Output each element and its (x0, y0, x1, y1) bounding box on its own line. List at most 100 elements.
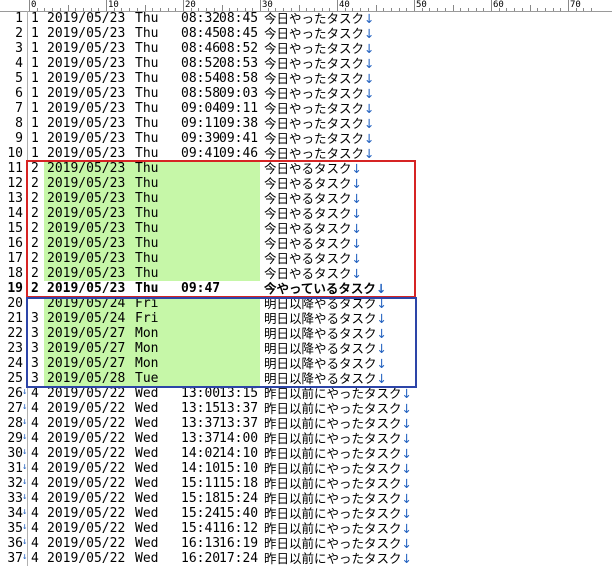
editor-line[interactable]: 8 1 2019/05/23 Thu 09:11 09:38 今日やったタスク↓ (0, 116, 612, 131)
newline-arrow-icon: ↓ (351, 251, 362, 266)
end-time-cell: 09:41 (219, 131, 259, 146)
editor-line[interactable]: 6 1 2019/05/23 Thu 08:58 09:03 今日やったタスク↓ (0, 86, 612, 101)
newline-arrow-icon: ↓ (401, 476, 412, 491)
editor-line[interactable]: 34 ↓ 4 2019/05/22 Wed 15:24 15:40 昨日以前にやったタスク↓ (0, 506, 612, 521)
line-number: 37 (7, 551, 23, 566)
date-cell: 2019/05/23 (47, 41, 126, 56)
editor-line[interactable]: 18 2 2019/05/23 Thu 今日やるタスク↓ (0, 266, 612, 281)
weekday-cell: Thu (135, 86, 159, 101)
date-cell: 2019/05/23 (47, 11, 126, 26)
task-text: 今やっているタスク↓ (264, 281, 386, 296)
newline-arrow-icon: ↓ (351, 191, 362, 206)
editor-line[interactable]: 22 3 2019/05/27 Mon 明日以降やるタスク↓ (0, 326, 612, 341)
task-label: 昨日以前にやったタスク (264, 431, 402, 446)
editor-line[interactable]: 36 ↓ 4 2019/05/22 Wed 16:13 16:19 昨日以前にやったタスク↓ (0, 536, 612, 551)
editor-line[interactable]: 30 ↓ 4 2019/05/22 Wed 14:02 14:10 昨日以前にやったタスク↓ (0, 446, 612, 461)
end-time-cell: 09:38 (219, 116, 259, 131)
weekday-cell: Fri (135, 296, 159, 311)
editor-line[interactable]: 33 ↓ 4 2019/05/22 Wed 15:18 15:24 昨日以前にやったタスク↓ (0, 491, 612, 506)
editor-line[interactable]: 17 2 2019/05/23 Thu 今日やるタスク↓ (0, 251, 612, 266)
editor-line[interactable]: 5 1 2019/05/23 Thu 08:54 08:58 今日やったタスク↓ (0, 71, 612, 86)
start-time-cell: 08:52 (181, 56, 221, 71)
group-number: 4 (31, 491, 39, 506)
end-time-cell: 09:03 (219, 86, 259, 101)
group-number: 4 (31, 431, 39, 446)
editor-line[interactable]: 3 1 2019/05/23 Thu 08:46 08:52 今日やったタスク↓ (0, 41, 612, 56)
ruler-label: 40 (339, 0, 350, 10)
end-time-cell: 08:53 (219, 56, 259, 71)
line-number: 27 (7, 401, 23, 416)
start-time-cell: 15:18 (181, 491, 221, 506)
ruler-label: 60 (493, 0, 504, 10)
editor-line[interactable]: 4 1 2019/05/23 Thu 08:52 08:53 今日やったタスク↓ (0, 56, 612, 71)
editor-line[interactable]: 12 2 2019/05/23 Thu 今日やるタスク↓ (0, 176, 612, 191)
editor-line[interactable]: 23 3 2019/05/27 Mon 明日以降やるタスク↓ (0, 341, 612, 356)
editor-line[interactable]: 9 1 2019/05/23 Thu 09:39 09:41 今日やったタスク↓ (0, 131, 612, 146)
line-number: 29 (7, 431, 23, 446)
editor-line[interactable]: 26 ↓ 4 2019/05/22 Wed 13:00 13:15 昨日以前にやったタスク↓ (0, 386, 612, 401)
start-time-cell: 13:37 (181, 416, 221, 431)
ruler-label: 30 (262, 0, 273, 10)
editor-line[interactable]: 31 ↓ 4 2019/05/22 Wed 14:10 15:10 昨日以前にやったタスク↓ (0, 461, 612, 476)
ruler-tick (414, 0, 415, 11)
line-number: 21 (7, 311, 23, 326)
newline-arrow-icon: ↓ (401, 416, 412, 431)
line-number: 30 (7, 446, 23, 461)
line-number: 10 (7, 146, 23, 161)
line-number: 36 (7, 536, 23, 551)
task-label: 今日やったタスク (264, 146, 365, 161)
editor-line[interactable]: 25 3 2019/05/28 Tue 明日以降やるタスク↓ (0, 371, 612, 386)
editor-line[interactable]: 19 2 2019/05/23 Thu 09:47 今やっているタスク↓ (0, 281, 612, 296)
newline-arrow-icon: ↓ (401, 536, 412, 551)
task-label: 今日やるタスク (264, 191, 352, 206)
editor-line[interactable]: 10 1 2019/05/23 Thu 09:41 09:46 今日やったタスク↓ (0, 146, 612, 161)
line-number: 4 (15, 56, 23, 71)
editor-line[interactable]: 13 2 2019/05/23 Thu 今日やるタスク↓ (0, 191, 612, 206)
editor-line[interactable]: 24 3 2019/05/27 Mon 明日以降やるタスク↓ (0, 356, 612, 371)
editor-line[interactable]: 16 2 2019/05/23 Thu 今日やるタスク↓ (0, 236, 612, 251)
editor-line[interactable]: 32 ↓ 4 2019/05/22 Wed 15:11 15:18 昨日以前にやったタスク↓ (0, 476, 612, 491)
weekday-cell: Thu (135, 116, 159, 131)
editor-line[interactable]: 27 ↓ 4 2019/05/22 Wed 13:15 13:37 昨日以前にやったタスク↓ (0, 401, 612, 416)
task-label: 今日やったタスク (264, 131, 365, 146)
weekday-cell: Thu (135, 176, 159, 191)
newline-marker-icon: ↓ (22, 432, 28, 442)
editor-line[interactable]: 14 2 2019/05/23 Thu 今日やるタスク↓ (0, 206, 612, 221)
group-number: 2 (31, 176, 39, 191)
end-time-cell: 15:40 (219, 506, 259, 521)
newline-marker-icon: ↓ (22, 492, 28, 502)
editor-line[interactable]: 37 ↓ 4 2019/05/22 Wed 16:20 17:24 昨日以前にやったタスク↓ (0, 551, 612, 566)
group-number: 2 (31, 281, 39, 296)
editor-line[interactable]: 20 2019/05/24 Fri 明日以降やるタスク↓ (0, 296, 612, 311)
editor-line[interactable]: 28 ↓ 4 2019/05/22 Wed 13:37 13:37 昨日以前にやったタスク↓ (0, 416, 612, 431)
newline-arrow-icon: ↓ (364, 26, 375, 41)
task-text: 今日やったタスク↓ (264, 26, 375, 41)
editor-line[interactable]: 2 1 2019/05/23 Thu 08:45 08:45 今日やったタスク↓ (0, 26, 612, 41)
ruler-label: 70 (570, 0, 581, 10)
newline-arrow-icon: ↓ (376, 371, 387, 386)
end-time-cell: 16:19 (219, 536, 259, 551)
date-cell: 2019/05/23 (47, 191, 126, 206)
group-number: 2 (31, 251, 39, 266)
line-number: 33 (7, 491, 23, 506)
editor-line[interactable]: 11 2 2019/05/23 Thu 今日やるタスク↓ (0, 161, 612, 176)
start-time-cell: 08:58 (181, 86, 221, 101)
start-time-cell: 08:32 (181, 11, 221, 26)
editor-line[interactable]: 1 1 2019/05/23 Thu 08:32 08:45 今日やったタスク↓ (0, 11, 612, 26)
newline-arrow-icon: ↓ (351, 221, 362, 236)
task-text: 今日やるタスク↓ (264, 266, 362, 281)
newline-arrow-icon: ↓ (351, 206, 362, 221)
task-label: 明日以降やるタスク (264, 326, 377, 341)
editor-line[interactable]: 35 ↓ 4 2019/05/22 Wed 15:41 16:12 昨日以前にやったタスク↓ (0, 521, 612, 536)
editor-line[interactable]: 15 2 2019/05/23 Thu 今日やるタスク↓ (0, 221, 612, 236)
start-time-cell: 09:39 (181, 131, 221, 146)
editor-line[interactable]: 29 ↓ 4 2019/05/22 Wed 13:37 14:00 昨日以前にやったタスク↓ (0, 431, 612, 446)
newline-arrow-icon: ↓ (401, 506, 412, 521)
line-number: 31 (7, 461, 23, 476)
editor-line[interactable]: 21 3 2019/05/24 Fri 明日以降やるタスク↓ (0, 311, 612, 326)
task-text: 今日やったタスク↓ (264, 56, 375, 71)
date-cell: 2019/05/23 (47, 146, 126, 161)
editor-line[interactable]: 7 1 2019/05/23 Thu 09:04 09:11 今日やったタスク↓ (0, 101, 612, 116)
newline-arrow-icon: ↓ (376, 296, 387, 311)
task-label: 明日以降やるタスク (264, 311, 377, 326)
